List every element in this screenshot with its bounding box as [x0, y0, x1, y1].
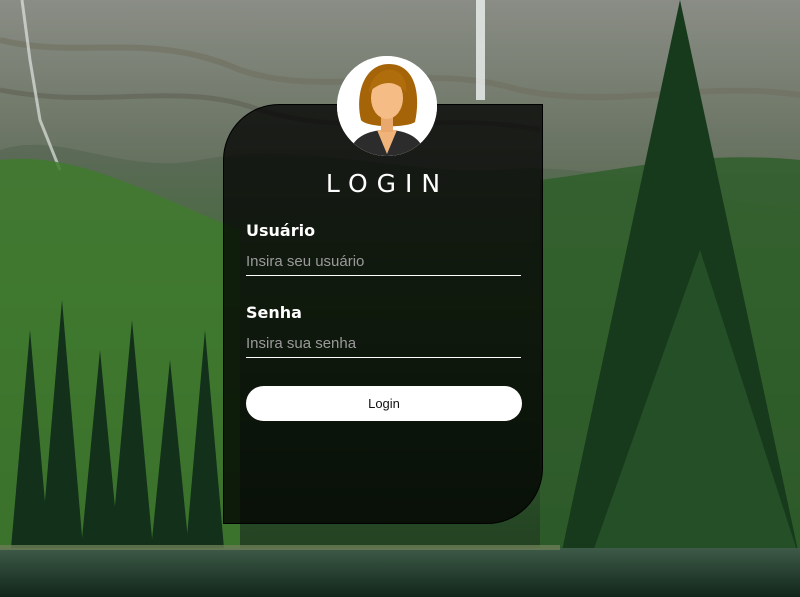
username-label: Usuário — [246, 221, 316, 240]
password-label: Senha — [246, 303, 302, 322]
login-button[interactable]: Login — [246, 386, 522, 421]
login-card: LOGIN Usuário Senha Login — [223, 104, 543, 524]
female-user-avatar-icon — [337, 56, 437, 156]
login-title: LOGIN — [325, 169, 450, 198]
user-avatar — [337, 56, 437, 156]
password-input[interactable] — [246, 330, 521, 358]
username-input[interactable] — [246, 248, 521, 276]
